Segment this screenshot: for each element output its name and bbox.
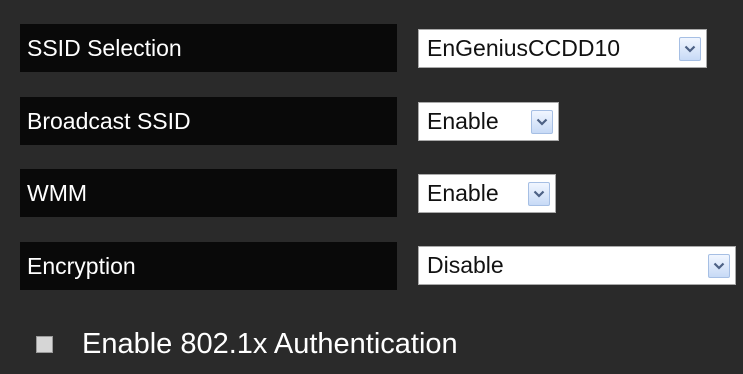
encryption-value: Disable bbox=[427, 252, 504, 278]
wmm-label: WMM bbox=[20, 169, 397, 217]
chevron-down-icon[interactable] bbox=[528, 181, 550, 206]
encryption-label: Encryption bbox=[20, 242, 397, 290]
wmm-value: Enable bbox=[427, 180, 499, 206]
auth-8021x-checkbox[interactable] bbox=[36, 335, 53, 353]
encryption-select[interactable]: Disable bbox=[418, 246, 736, 285]
wmm-select[interactable]: Enable bbox=[418, 174, 556, 213]
broadcast-ssid-label: Broadcast SSID bbox=[20, 97, 397, 145]
ssid-selection-select[interactable]: EnGeniusCCDD10 bbox=[418, 29, 707, 68]
ssid-selection-label: SSID Selection bbox=[20, 24, 397, 72]
broadcast-ssid-value: Enable bbox=[427, 108, 499, 134]
auth-8021x-label: Enable 802.1x Authentication bbox=[82, 327, 458, 360]
chevron-down-icon[interactable] bbox=[708, 253, 730, 278]
chevron-down-icon[interactable] bbox=[531, 109, 553, 134]
chevron-down-icon[interactable] bbox=[679, 36, 701, 61]
auth-8021x-option[interactable]: Enable 802.1x Authentication bbox=[36, 322, 458, 366]
ssid-selection-value: EnGeniusCCDD10 bbox=[427, 35, 621, 61]
broadcast-ssid-select[interactable]: Enable bbox=[418, 102, 559, 141]
